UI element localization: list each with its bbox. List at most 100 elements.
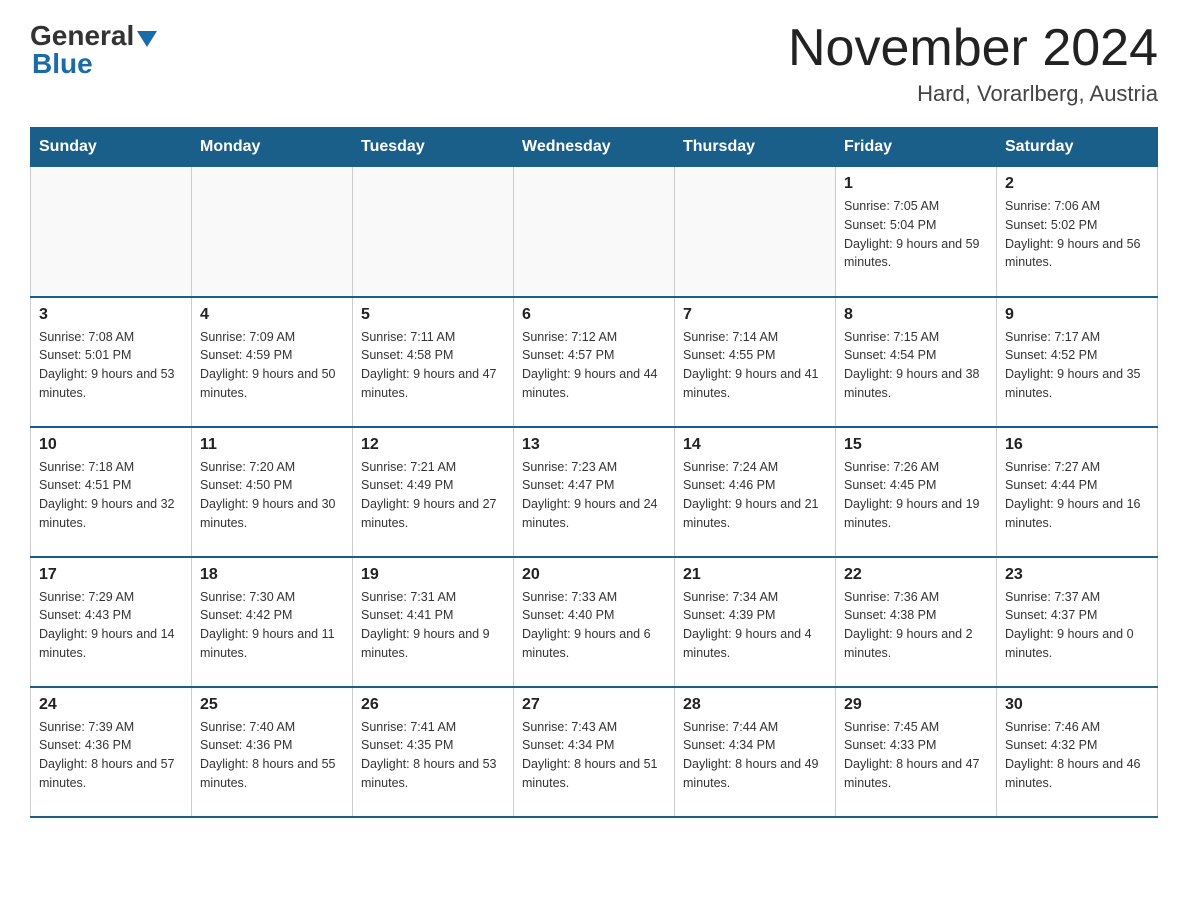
calendar-cell: 22 Sunrise: 7:36 AMSunset: 4:38 PMDayligh… [836,557,997,687]
day-number: 24 [39,696,183,714]
day-number: 5 [361,306,505,324]
calendar-cell: 2 Sunrise: 7:06 AMSunset: 5:02 PMDaylight… [997,167,1158,297]
day-info: Sunrise: 7:46 AMSunset: 4:32 PMDaylight:… [1005,718,1149,793]
calendar-cell: 8 Sunrise: 7:15 AMSunset: 4:54 PMDaylight… [836,297,997,427]
calendar-cell [353,167,514,297]
day-info: Sunrise: 7:20 AMSunset: 4:50 PMDaylight:… [200,458,344,533]
column-header-wednesday: Wednesday [514,128,675,167]
calendar-cell: 16Sunrise: 7:27 AMSunset: 4:44 PMDayligh… [997,427,1158,557]
calendar-table: SundayMondayTuesdayWednesdayThursdayFrid… [30,127,1158,818]
day-info: Sunrise: 7:17 AMSunset: 4:52 PMDaylight:… [1005,328,1149,403]
title-area: November 2024 Hard, Vorarlberg, Austria [788,20,1158,107]
page: General Blue November 2024 Hard, Vorarlb… [0,0,1188,848]
week-row-1: 1 Sunrise: 7:05 AMSunset: 5:04 PMDaylight… [31,167,1158,297]
day-number: 19 [361,566,505,584]
week-row-2: 3Sunrise: 7:08 AMSunset: 5:01 PMDaylight… [31,297,1158,427]
day-number: 14 [683,436,827,454]
calendar-cell: 18 Sunrise: 7:30 AMSunset: 4:42 PMDayligh… [192,557,353,687]
day-number: 13 [522,436,666,454]
day-number: 27 [522,696,666,714]
day-info: Sunrise: 7:18 AMSunset: 4:51 PMDaylight:… [39,458,183,533]
day-info: Sunrise: 7:29 AMSunset: 4:43 PMDaylight:… [39,588,183,663]
day-info: Sunrise: 7:06 AMSunset: 5:02 PMDaylight:… [1005,197,1149,272]
calendar-cell: 25Sunrise: 7:40 AMSunset: 4:36 PMDayligh… [192,687,353,817]
calendar-cell: 28 Sunrise: 7:44 AMSunset: 4:34 PMDayligh… [675,687,836,817]
calendar-cell: 15 Sunrise: 7:26 AMSunset: 4:45 PMDayligh… [836,427,997,557]
day-info: Sunrise: 7:11 AMSunset: 4:58 PMDaylight:… [361,328,505,403]
month-title: November 2024 [788,20,1158,77]
logo-triangle-icon [137,31,157,47]
calendar-cell: 21 Sunrise: 7:34 AMSunset: 4:39 PMDayligh… [675,557,836,687]
day-number: 4 [200,306,344,324]
column-header-friday: Friday [836,128,997,167]
location-subtitle: Hard, Vorarlberg, Austria [788,81,1158,107]
day-number: 8 [844,306,988,324]
week-row-4: 17 Sunrise: 7:29 AMSunset: 4:43 PMDayligh… [31,557,1158,687]
day-info: Sunrise: 7:34 AMSunset: 4:39 PMDaylight:… [683,588,827,663]
calendar-cell: 11 Sunrise: 7:20 AMSunset: 4:50 PMDayligh… [192,427,353,557]
day-info: Sunrise: 7:37 AMSunset: 4:37 PMDaylight:… [1005,588,1149,663]
day-info: Sunrise: 7:21 AMSunset: 4:49 PMDaylight:… [361,458,505,533]
day-number: 6 [522,306,666,324]
day-number: 21 [683,566,827,584]
day-info: Sunrise: 7:24 AMSunset: 4:46 PMDaylight:… [683,458,827,533]
day-number: 10 [39,436,183,454]
day-info: Sunrise: 7:27 AMSunset: 4:44 PMDaylight:… [1005,458,1149,533]
column-header-monday: Monday [192,128,353,167]
day-number: 23 [1005,566,1149,584]
day-info: Sunrise: 7:14 AMSunset: 4:55 PMDaylight:… [683,328,827,403]
day-number: 1 [844,175,988,193]
day-info: Sunrise: 7:23 AMSunset: 4:47 PMDaylight:… [522,458,666,533]
calendar-cell: 27 Sunrise: 7:43 AMSunset: 4:34 PMDayligh… [514,687,675,817]
day-number: 12 [361,436,505,454]
calendar-cell: 30 Sunrise: 7:46 AMSunset: 4:32 PMDayligh… [997,687,1158,817]
day-info: Sunrise: 7:39 AMSunset: 4:36 PMDaylight:… [39,718,183,793]
calendar-header-row: SundayMondayTuesdayWednesdayThursdayFrid… [31,128,1158,167]
calendar-cell: 1 Sunrise: 7:05 AMSunset: 5:04 PMDaylight… [836,167,997,297]
day-number: 17 [39,566,183,584]
day-info: Sunrise: 7:41 AMSunset: 4:35 PMDaylight:… [361,718,505,793]
calendar-cell: 26Sunrise: 7:41 AMSunset: 4:35 PMDayligh… [353,687,514,817]
logo-blue-text: Blue [32,48,93,80]
calendar-cell: 5 Sunrise: 7:11 AMSunset: 4:58 PMDaylight… [353,297,514,427]
calendar-cell: 17 Sunrise: 7:29 AMSunset: 4:43 PMDayligh… [31,557,192,687]
day-number: 30 [1005,696,1149,714]
day-number: 3 [39,306,183,324]
day-info: Sunrise: 7:45 AMSunset: 4:33 PMDaylight:… [844,718,988,793]
calendar-cell: 7 Sunrise: 7:14 AMSunset: 4:55 PMDaylight… [675,297,836,427]
calendar-cell [31,167,192,297]
calendar-cell: 12 Sunrise: 7:21 AMSunset: 4:49 PMDayligh… [353,427,514,557]
day-info: Sunrise: 7:43 AMSunset: 4:34 PMDaylight:… [522,718,666,793]
calendar-cell: 23 Sunrise: 7:37 AMSunset: 4:37 PMDayligh… [997,557,1158,687]
column-header-saturday: Saturday [997,128,1158,167]
calendar-cell: 6 Sunrise: 7:12 AMSunset: 4:57 PMDaylight… [514,297,675,427]
day-number: 22 [844,566,988,584]
day-info: Sunrise: 7:36 AMSunset: 4:38 PMDaylight:… [844,588,988,663]
calendar-cell: 13 Sunrise: 7:23 AMSunset: 4:47 PMDayligh… [514,427,675,557]
day-info: Sunrise: 7:44 AMSunset: 4:34 PMDaylight:… [683,718,827,793]
day-number: 2 [1005,175,1149,193]
day-info: Sunrise: 7:15 AMSunset: 4:54 PMDaylight:… [844,328,988,403]
day-number: 28 [683,696,827,714]
day-info: Sunrise: 7:30 AMSunset: 4:42 PMDaylight:… [200,588,344,663]
day-number: 11 [200,436,344,454]
day-number: 15 [844,436,988,454]
calendar-cell [514,167,675,297]
calendar-cell: 14 Sunrise: 7:24 AMSunset: 4:46 PMDayligh… [675,427,836,557]
column-header-tuesday: Tuesday [353,128,514,167]
day-number: 7 [683,306,827,324]
calendar-cell: 3Sunrise: 7:08 AMSunset: 5:01 PMDaylight… [31,297,192,427]
day-number: 20 [522,566,666,584]
day-info: Sunrise: 7:05 AMSunset: 5:04 PMDaylight:… [844,197,988,272]
calendar-cell: 9 Sunrise: 7:17 AMSunset: 4:52 PMDaylight… [997,297,1158,427]
calendar-cell: 19Sunrise: 7:31 AMSunset: 4:41 PMDayligh… [353,557,514,687]
week-row-3: 10 Sunrise: 7:18 AMSunset: 4:51 PMDayligh… [31,427,1158,557]
day-number: 9 [1005,306,1149,324]
day-info: Sunrise: 7:12 AMSunset: 4:57 PMDaylight:… [522,328,666,403]
calendar-cell: 29Sunrise: 7:45 AMSunset: 4:33 PMDayligh… [836,687,997,817]
day-info: Sunrise: 7:09 AMSunset: 4:59 PMDaylight:… [200,328,344,403]
day-number: 18 [200,566,344,584]
logo: General Blue [30,20,157,80]
day-info: Sunrise: 7:26 AMSunset: 4:45 PMDaylight:… [844,458,988,533]
column-header-sunday: Sunday [31,128,192,167]
